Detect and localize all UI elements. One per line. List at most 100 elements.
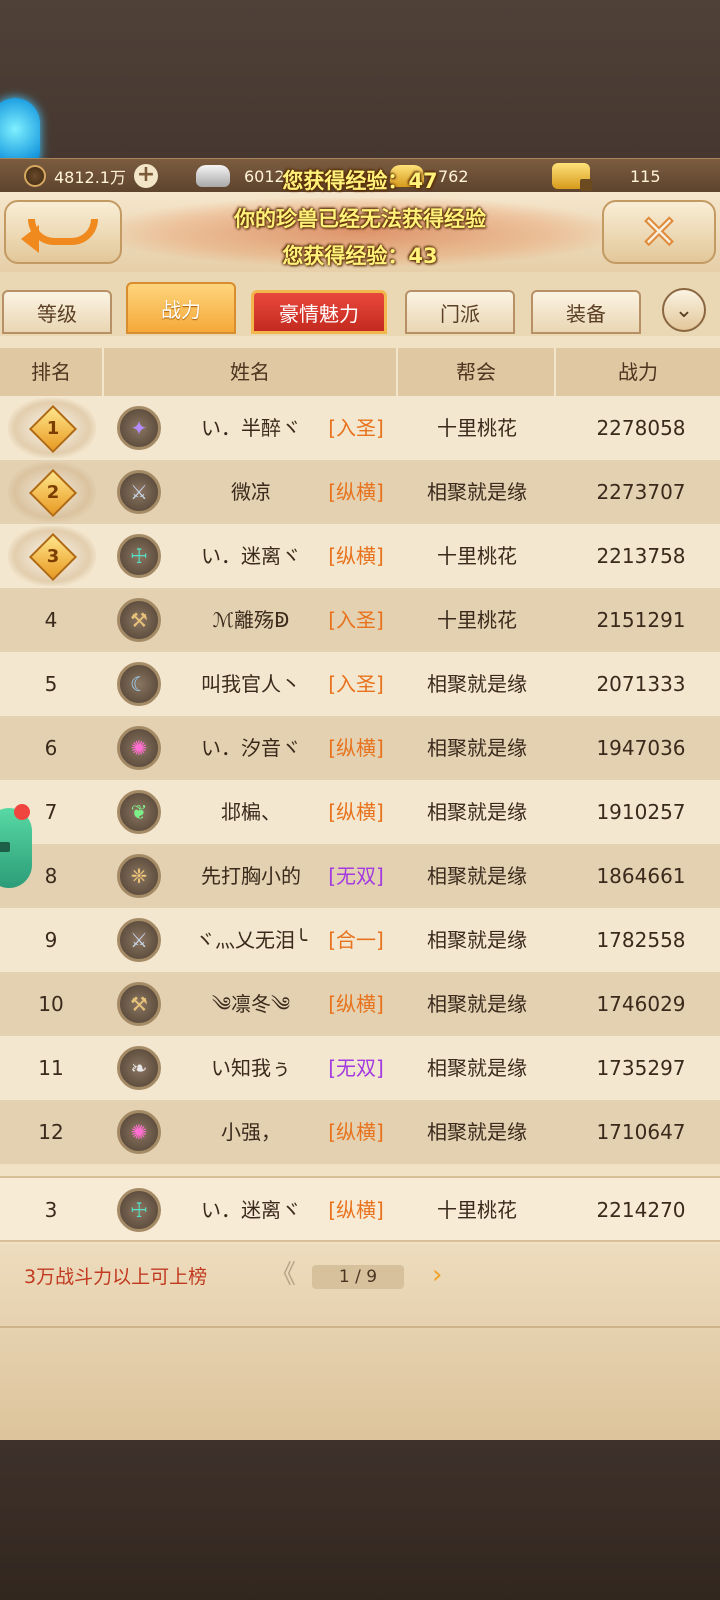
pink-ring-icon: ✺ bbox=[117, 726, 161, 770]
realm-tag: [无双] bbox=[328, 1056, 384, 1080]
realm-tag: [纵横] bbox=[328, 544, 384, 568]
previous-page-button[interactable]: 《 bbox=[270, 1262, 296, 1288]
realm-tag: [合一] bbox=[328, 928, 384, 952]
rank-number: 12 bbox=[38, 1120, 64, 1144]
realm-tag: [纵横] bbox=[328, 992, 384, 1016]
guild-name: 相聚就是缘 bbox=[427, 928, 527, 952]
totem-icon: ☩ bbox=[117, 1188, 161, 1232]
rank-number: 9 bbox=[44, 928, 58, 952]
totem-icon: ☩ bbox=[117, 534, 161, 578]
class-glyph: ❧ bbox=[130, 1056, 148, 1080]
pink-ring-icon: ✺ bbox=[117, 1110, 161, 1154]
chevron-down-icon: ⌄ bbox=[674, 297, 694, 323]
my-realm-tag: [纵横] bbox=[328, 1198, 384, 1222]
combat-power: 2213758 bbox=[596, 544, 686, 568]
more-tabs-button[interactable]: ⌄ bbox=[662, 288, 706, 332]
next-page-button[interactable]: › bbox=[432, 1262, 442, 1288]
player-name: ℳ離殇ↁ bbox=[212, 608, 290, 632]
swirl-icon: ☾ bbox=[117, 662, 161, 706]
my-ranking-row[interactable]: 3 ☩ い．迷离ヾ [纵横] 十里桃花 2214270 bbox=[0, 1176, 720, 1242]
table-row[interactable]: 9 ⚔ ヾ灬乂无泪╰ [合一] 相聚就是缘 1782558 bbox=[0, 908, 720, 972]
player-name: 小强， bbox=[221, 1120, 281, 1144]
tab-power[interactable]: 战力 bbox=[126, 282, 236, 334]
column-name: 姓名 bbox=[104, 348, 398, 396]
guild-name: 相聚就是缘 bbox=[427, 864, 527, 888]
top-background bbox=[0, 0, 720, 175]
table-row[interactable]: 11 ❧ い知我ぅ [无双] 相聚就是缘 1735297 bbox=[0, 1036, 720, 1100]
realm-tag: [纵横] bbox=[328, 800, 384, 824]
column-rank: 排名 bbox=[0, 348, 104, 396]
wings-icon: ❈ bbox=[117, 854, 161, 898]
rank-number: 3 bbox=[46, 546, 60, 567]
footer-divider bbox=[0, 1326, 720, 1328]
class-glyph: ✺ bbox=[130, 1120, 148, 1144]
sword-icon: ⚒ bbox=[117, 982, 161, 1026]
pet-exp-notification: 你的珍兽已经无法获得经验 bbox=[234, 207, 486, 231]
combat-power: 1782558 bbox=[596, 928, 686, 952]
rank-number: 4 bbox=[44, 608, 58, 632]
rank-medal-icon: 1 bbox=[8, 398, 96, 458]
table-header: 排名 姓名 帮会 战力 bbox=[0, 348, 720, 398]
green-leaf-icon: ❦ bbox=[117, 790, 161, 834]
rank-number: 5 bbox=[44, 672, 58, 696]
table-row[interactable]: 7 ❦ 邶楄、 [纵横] 相聚就是缘 1910257 bbox=[0, 780, 720, 844]
tab-level[interactable]: 等级 bbox=[2, 290, 112, 334]
realm-tag: [入圣] bbox=[328, 416, 384, 440]
my-name: い．迷离ヾ bbox=[201, 1198, 301, 1222]
double-axe-icon: ⚔ bbox=[117, 470, 161, 514]
table-row[interactable]: 6 ✺ い．汐音ヾ [纵横] 相聚就是缘 1947036 bbox=[0, 716, 720, 780]
realm-tag: [纵横] bbox=[328, 736, 384, 760]
guild-name: 相聚就是缘 bbox=[427, 992, 527, 1016]
table-row[interactable]: 5 ☾ 叫我官人丶 [入圣] 相聚就是缘 2071333 bbox=[0, 652, 720, 716]
table-row[interactable]: 4 ⚒ ℳ離殇ↁ [入圣] 十里桃花 2151291 bbox=[0, 588, 720, 652]
player-name: 邶楄、 bbox=[221, 800, 281, 824]
table-row[interactable]: 10 ⚒ ༄凛冬༄ [纵横] 相聚就是缘 1746029 bbox=[0, 972, 720, 1036]
player-name: 叫我官人丶 bbox=[201, 672, 301, 696]
bottom-background bbox=[0, 1440, 720, 1600]
table-row[interactable]: 1 ✦ い．半醉ヾ [入圣] 十里桃花 2278058 bbox=[0, 396, 720, 460]
table-row[interactable]: 2 ⚔ 微凉 [纵横] 相聚就是缘 2273707 bbox=[0, 460, 720, 524]
exp-notification-bottom: 您获得经验：43 bbox=[282, 244, 438, 268]
combat-power: 2273707 bbox=[596, 480, 686, 504]
combat-power: 1947036 bbox=[596, 736, 686, 760]
class-glyph: ⚒ bbox=[130, 608, 148, 632]
rank-number: 10 bbox=[38, 992, 64, 1016]
double-axe-icon: ⚔ bbox=[117, 918, 161, 962]
floating-helper-bot[interactable] bbox=[0, 804, 32, 888]
player-name: ヾ灬乂无泪╰ bbox=[194, 928, 308, 952]
player-name: い．迷离ヾ bbox=[201, 544, 301, 568]
rank-number: 2 bbox=[46, 482, 60, 503]
guild-name: 十里桃花 bbox=[437, 608, 517, 632]
combat-power: 2071333 bbox=[596, 672, 686, 696]
combat-power: 1864661 bbox=[596, 864, 686, 888]
guild-name: 十里桃花 bbox=[437, 416, 517, 440]
class-glyph: ⚔ bbox=[130, 928, 148, 952]
guild-name: 相聚就是缘 bbox=[427, 672, 527, 696]
guild-name: 十里桃花 bbox=[437, 544, 517, 568]
class-glyph: ✺ bbox=[130, 736, 148, 760]
my-guild: 十里桃花 bbox=[437, 1198, 517, 1222]
realm-tag: [纵横] bbox=[328, 480, 384, 504]
rank-number: 1 bbox=[46, 418, 60, 439]
table-row[interactable]: 12 ✺ 小强， [纵横] 相聚就是缘 1710647 bbox=[0, 1100, 720, 1164]
tab-sect[interactable]: 门派 bbox=[405, 290, 515, 334]
table-row[interactable]: 3 ☩ い．迷离ヾ [纵横] 十里桃花 2213758 bbox=[0, 524, 720, 588]
flame-icon: ❧ bbox=[117, 1046, 161, 1090]
player-name: い．汐音ヾ bbox=[201, 736, 301, 760]
combat-power: 1735297 bbox=[596, 1056, 686, 1080]
realm-tag: [纵横] bbox=[328, 1120, 384, 1144]
guild-name: 相聚就是缘 bbox=[427, 480, 527, 504]
tab-charm[interactable]: 豪情魅力 bbox=[251, 290, 387, 334]
guild-name: 相聚就是缘 bbox=[427, 800, 527, 824]
column-power: 战力 bbox=[618, 360, 658, 384]
combat-power: 1910257 bbox=[596, 800, 686, 824]
rank-medal-icon: 3 bbox=[8, 526, 96, 586]
guild-name: 相聚就是缘 bbox=[427, 1056, 527, 1080]
combat-power: 1746029 bbox=[596, 992, 686, 1016]
player-name: ༄凛冬༄ bbox=[211, 992, 291, 1016]
table-row[interactable]: 8 ❈ 先打胸小的 [无双] 相聚就是缘 1864661 bbox=[0, 844, 720, 908]
tab-equipment[interactable]: 装备 bbox=[531, 290, 641, 334]
player-name: い知我ぅ bbox=[211, 1056, 291, 1080]
player-name: い．半醉ヾ bbox=[201, 416, 301, 440]
ranking-requirement-note: 3万战斗力以上可上榜 bbox=[24, 1266, 208, 1288]
